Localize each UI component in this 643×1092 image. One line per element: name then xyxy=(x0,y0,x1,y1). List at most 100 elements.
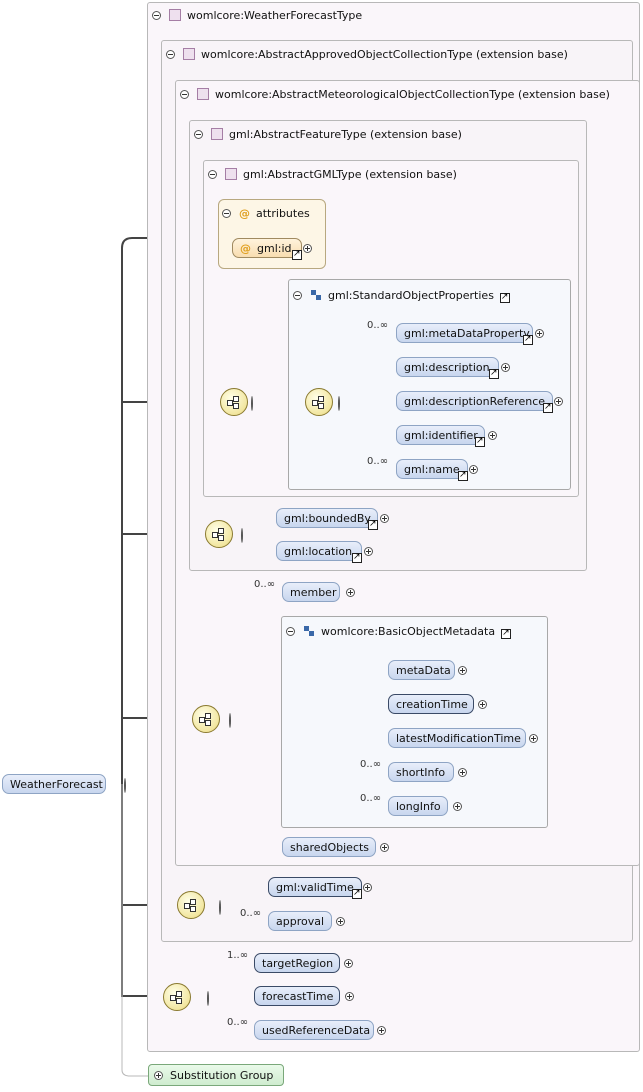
attribute-gml-id[interactable]: @ gml:id xyxy=(232,238,302,260)
expand-icon[interactable] xyxy=(488,431,497,440)
element-latest-modification-time[interactable]: latestModificationTime xyxy=(388,728,526,748)
collapse-icon[interactable] xyxy=(124,778,126,793)
expand-icon[interactable] xyxy=(363,883,372,892)
collapse-icon[interactable] xyxy=(241,528,243,543)
element-label: gml:description xyxy=(404,360,490,374)
attributes-label: attributes xyxy=(256,206,310,220)
element-metadata[interactable]: metaData xyxy=(388,660,455,680)
complex-type-icon xyxy=(211,128,223,140)
expand-icon[interactable] xyxy=(478,700,487,709)
element-label: gml:validTime xyxy=(276,880,354,894)
expand-icon[interactable] xyxy=(458,666,467,675)
element-approval[interactable]: approval xyxy=(268,911,332,931)
basic-object-metadata-header[interactable]: womlcore:BasicObjectMetadata xyxy=(286,623,512,639)
reference-arrow-icon[interactable] xyxy=(523,333,533,345)
expand-icon[interactable] xyxy=(501,363,510,372)
substitution-group-node[interactable]: Substitution Group xyxy=(148,1064,284,1086)
element-gml-identifier[interactable]: gml:identifier xyxy=(396,425,485,447)
reference-arrow-icon[interactable] xyxy=(292,248,302,260)
reference-arrow-icon[interactable] xyxy=(501,627,512,639)
expand-icon[interactable] xyxy=(535,329,544,338)
collapse-icon[interactable] xyxy=(222,208,231,218)
reference-arrow-icon[interactable] xyxy=(352,551,362,563)
expand-icon[interactable] xyxy=(380,514,389,523)
attribute-icon: @ xyxy=(239,206,250,220)
element-creation-time[interactable]: creationTime xyxy=(388,694,474,714)
reference-arrow-icon[interactable] xyxy=(368,518,378,530)
element-short-info[interactable]: shortInfo xyxy=(388,762,454,782)
weather-forecast-type-header[interactable]: womlcore:WeatherForecastType xyxy=(152,7,362,23)
meteorological-collection-type-header[interactable]: womlcore:AbstractMeteorologicalObjectCol… xyxy=(180,86,610,102)
element-forecast-time[interactable]: forecastTime xyxy=(254,986,340,1006)
expand-icon[interactable] xyxy=(529,734,538,743)
collapse-icon[interactable] xyxy=(286,626,295,636)
reference-arrow-container xyxy=(499,625,512,639)
expand-icon[interactable] xyxy=(554,397,563,406)
sequence-compositor-icon[interactable] xyxy=(163,983,191,1011)
collapse-icon[interactable] xyxy=(207,991,209,1006)
expand-icon[interactable] xyxy=(346,588,355,597)
reference-arrow-icon[interactable] xyxy=(458,469,468,481)
sequence-compositor-icon[interactable] xyxy=(305,388,333,416)
sequence-compositor-icon[interactable] xyxy=(177,891,205,919)
expand-icon[interactable] xyxy=(344,959,353,968)
expand-icon[interactable] xyxy=(154,1070,163,1080)
element-gml-metadata-property[interactable]: gml:metaDataProperty xyxy=(396,323,533,345)
collapse-icon[interactable] xyxy=(208,169,217,179)
element-long-info[interactable]: longInfo xyxy=(388,796,448,816)
collapse-icon[interactable] xyxy=(338,396,340,411)
element-label: latestModificationTime xyxy=(396,731,521,745)
sequence-compositor-icon[interactable] xyxy=(205,520,233,548)
expand-icon[interactable] xyxy=(380,843,389,852)
element-gml-bounded-by[interactable]: gml:boundedBy xyxy=(276,508,378,530)
element-used-reference-data[interactable]: usedReferenceData xyxy=(254,1020,374,1040)
expand-icon[interactable] xyxy=(364,547,373,556)
reference-arrow-icon[interactable] xyxy=(475,435,485,447)
element-target-region[interactable]: targetRegion xyxy=(254,953,340,973)
expand-icon[interactable] xyxy=(336,917,345,926)
complex-type-icon xyxy=(197,88,209,100)
expand-icon[interactable] xyxy=(458,768,467,777)
element-gml-name[interactable]: gml:name xyxy=(396,459,468,481)
element-label: usedReferenceData xyxy=(262,1023,371,1037)
collapse-icon[interactable] xyxy=(219,900,221,915)
weather-forecast-type-label: womlcore:WeatherForecastType xyxy=(187,8,363,22)
expand-icon[interactable] xyxy=(345,992,354,1001)
collapse-icon[interactable] xyxy=(229,713,231,728)
element-member[interactable]: member xyxy=(282,582,340,602)
sequence-compositor-icon[interactable] xyxy=(192,705,220,733)
reference-arrow-icon[interactable] xyxy=(352,887,362,899)
feature-type-label: gml:AbstractFeatureType (extension base) xyxy=(229,127,462,141)
collapse-icon[interactable] xyxy=(293,290,302,300)
element-label: longInfo xyxy=(396,799,441,813)
expand-icon[interactable] xyxy=(303,244,312,253)
element-shared-objects[interactable]: sharedObjects xyxy=(282,837,376,857)
reference-arrow-icon[interactable] xyxy=(499,291,510,303)
complex-type-icon xyxy=(225,168,237,180)
expand-icon[interactable] xyxy=(377,1026,386,1035)
expand-icon[interactable] xyxy=(453,802,462,811)
approved-collection-type-header[interactable]: womlcore:AbstractApprovedObjectCollectio… xyxy=(166,46,568,62)
root-element-weather-forecast[interactable]: WeatherForecast xyxy=(2,774,106,794)
collapse-icon[interactable] xyxy=(251,396,253,411)
collapse-icon[interactable] xyxy=(152,10,161,20)
collapse-icon[interactable] xyxy=(194,129,203,139)
reference-arrow-icon[interactable] xyxy=(489,367,499,379)
collapse-icon[interactable] xyxy=(166,49,175,59)
element-gml-location[interactable]: gml:location xyxy=(276,541,362,563)
element-gml-description-reference[interactable]: gml:descriptionReference xyxy=(396,391,553,413)
feature-type-header[interactable]: gml:AbstractFeatureType (extension base) xyxy=(194,126,462,142)
expand-icon[interactable] xyxy=(469,465,478,474)
element-label: sharedObjects xyxy=(290,840,370,854)
standard-object-properties-header[interactable]: gml:StandardObjectProperties xyxy=(293,287,510,303)
collapse-icon[interactable] xyxy=(180,89,189,99)
reference-arrow-icon[interactable] xyxy=(543,401,553,413)
gml-type-header[interactable]: gml:AbstractGMLType (extension base) xyxy=(208,166,457,182)
attributes-header[interactable]: @ attributes xyxy=(222,205,310,221)
group-icon xyxy=(303,625,315,637)
element-label: forecastTime xyxy=(262,989,334,1003)
element-gml-valid-time[interactable]: gml:validTime xyxy=(268,877,362,899)
element-gml-description[interactable]: gml:description xyxy=(396,357,499,379)
reference-arrow-container xyxy=(498,289,510,303)
sequence-compositor-icon[interactable] xyxy=(220,388,248,416)
